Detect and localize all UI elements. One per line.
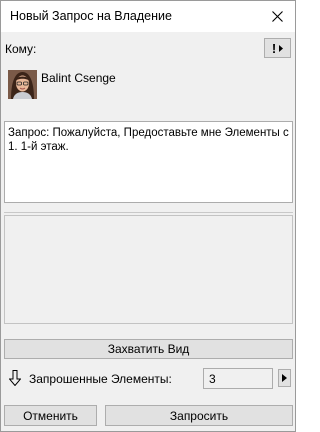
close-icon (271, 11, 283, 22)
request-message-field[interactable]: Запрос: Пожалуйста, Предоставьте мне Эле… (4, 121, 293, 203)
avatar (8, 70, 37, 99)
requested-elements-label: Запрошенные Элементы: (29, 372, 172, 386)
show-elements-button[interactable] (278, 369, 291, 387)
captured-view-area (4, 215, 293, 324)
requested-elements-count: 3 (203, 368, 273, 389)
user-avatar-image (8, 70, 37, 99)
dropdown-arrow-icon (279, 44, 284, 52)
close-button[interactable] (259, 1, 295, 32)
recipient-label: Кому: (5, 42, 37, 56)
recipient-name: Balint Csenge (41, 71, 116, 85)
request-button[interactable]: Запросить (105, 405, 293, 426)
priority-dropdown-button[interactable]: ! (264, 38, 291, 58)
capture-view-button[interactable]: Захватить Вид (4, 339, 293, 359)
divider (4, 212, 293, 213)
priority-mark: ! (271, 40, 277, 56)
down-arrow-icon (9, 370, 21, 386)
dialog-title: Новый Запрос на Владение (10, 9, 172, 23)
title-bar[interactable]: Новый Запрос на Владение (1, 1, 295, 32)
cancel-button[interactable]: Отменить (4, 405, 97, 426)
reservation-request-dialog: Новый Запрос на Владение Кому: ! Balint … (0, 0, 296, 432)
right-arrow-icon (282, 374, 287, 382)
